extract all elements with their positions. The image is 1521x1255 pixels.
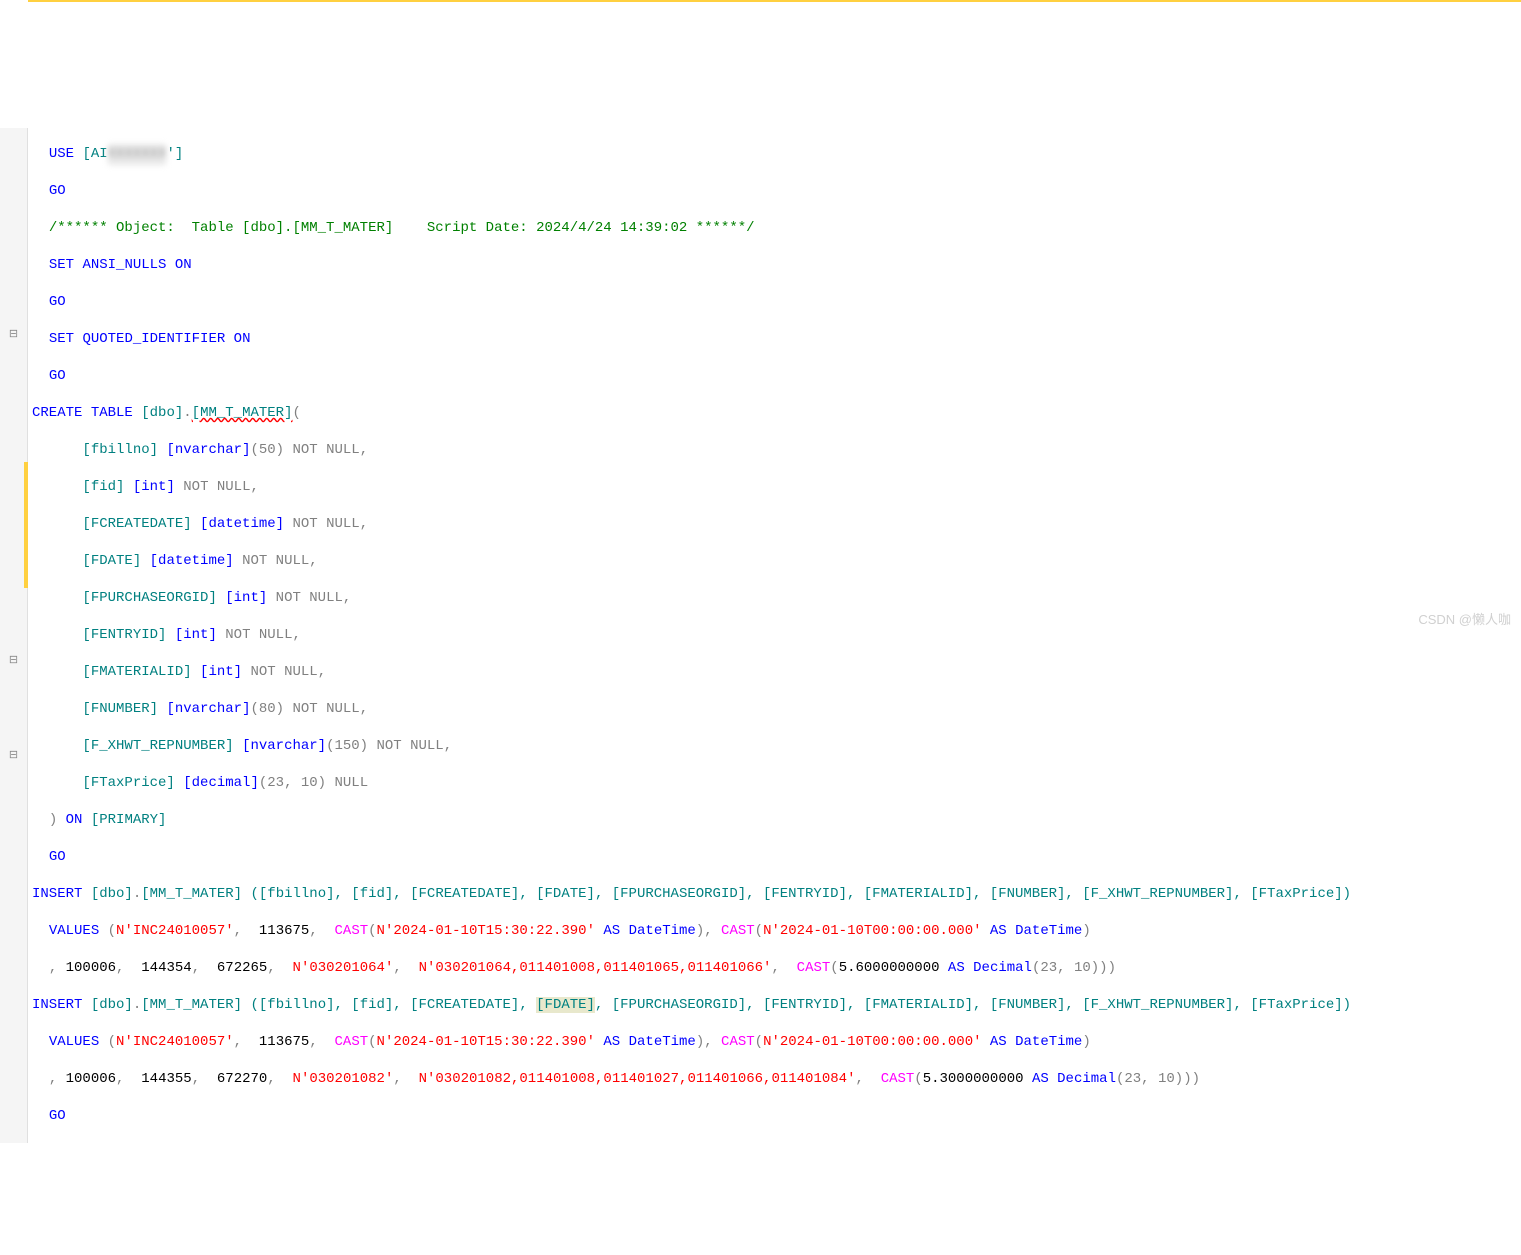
code-line: [fbillno] [nvarchar](50) NOT NULL, xyxy=(32,440,1521,461)
code-line: [FNUMBER] [nvarchar](80) NOT NULL, xyxy=(32,699,1521,720)
code-line: GO xyxy=(32,847,1521,868)
fold-toggle[interactable]: ⊟ xyxy=(0,323,27,344)
code-line: , 100006, 144355, 672270, N'030201082', … xyxy=(32,1069,1521,1090)
code-line: SET QUOTED_IDENTIFIER ON xyxy=(32,329,1521,350)
code-line: INSERT [dbo].[MM_T_MATER] ([fbillno], [f… xyxy=(32,884,1521,905)
code-line: [FMATERIALID] [int] NOT NULL, xyxy=(32,662,1521,683)
code-line: [FENTRYID] [int] NOT NULL, xyxy=(32,625,1521,646)
code-line: GO xyxy=(32,366,1521,387)
code-line: VALUES (N'INC24010057', 113675, CAST(N'2… xyxy=(32,1032,1521,1053)
code-line: VALUES (N'INC24010057', 113675, CAST(N'2… xyxy=(32,921,1521,942)
code-line: [fid] [int] NOT NULL, xyxy=(32,477,1521,498)
code-area[interactable]: USE [AIXXXXXXX'] GO /****** Object: Tabl… xyxy=(28,128,1521,1143)
code-line: GO xyxy=(32,181,1521,202)
code-line: GO xyxy=(32,292,1521,313)
fold-toggle[interactable]: ⊟ xyxy=(0,649,27,670)
code-line: GO xyxy=(32,1106,1521,1127)
code-line: /****** Object: Table [dbo].[MM_T_MATER]… xyxy=(32,218,1521,239)
code-line: INSERT [dbo].[MM_T_MATER] ([fbillno], [f… xyxy=(32,995,1521,1016)
code-line: [FDATE] [datetime] NOT NULL, xyxy=(32,551,1521,572)
watermark: CSDN @懒人咖 xyxy=(1418,609,1511,628)
code-editor[interactable]: ⊟ ⊟ ⊟ USE [AIXXXXXXX'] GO /****** Object… xyxy=(0,128,1521,1143)
fold-toggle[interactable]: ⊟ xyxy=(0,744,27,765)
code-line: [FTaxPrice] [decimal](23, 10) NULL xyxy=(32,773,1521,794)
fold-toggle[interactable] xyxy=(0,144,27,165)
code-line: [FPURCHASEORGID] [int] NOT NULL, xyxy=(32,588,1521,609)
gutter: ⊟ ⊟ ⊟ xyxy=(0,128,28,1143)
code-line: ) ON [PRIMARY] xyxy=(32,810,1521,831)
code-line: [FCREATEDATE] [datetime] NOT NULL, xyxy=(32,514,1521,535)
code-line: , 100006, 144354, 672265, N'030201064', … xyxy=(32,958,1521,979)
code-line: [F_XHWT_REPNUMBER] [nvarchar](150) NOT N… xyxy=(32,736,1521,757)
change-bar-top xyxy=(28,0,1521,2)
code-line: SET ANSI_NULLS ON xyxy=(32,255,1521,276)
code-line: USE [AIXXXXXXX'] xyxy=(32,144,1521,165)
code-line: CREATE TABLE [dbo].[MM_T_MATER]( xyxy=(32,403,1521,424)
